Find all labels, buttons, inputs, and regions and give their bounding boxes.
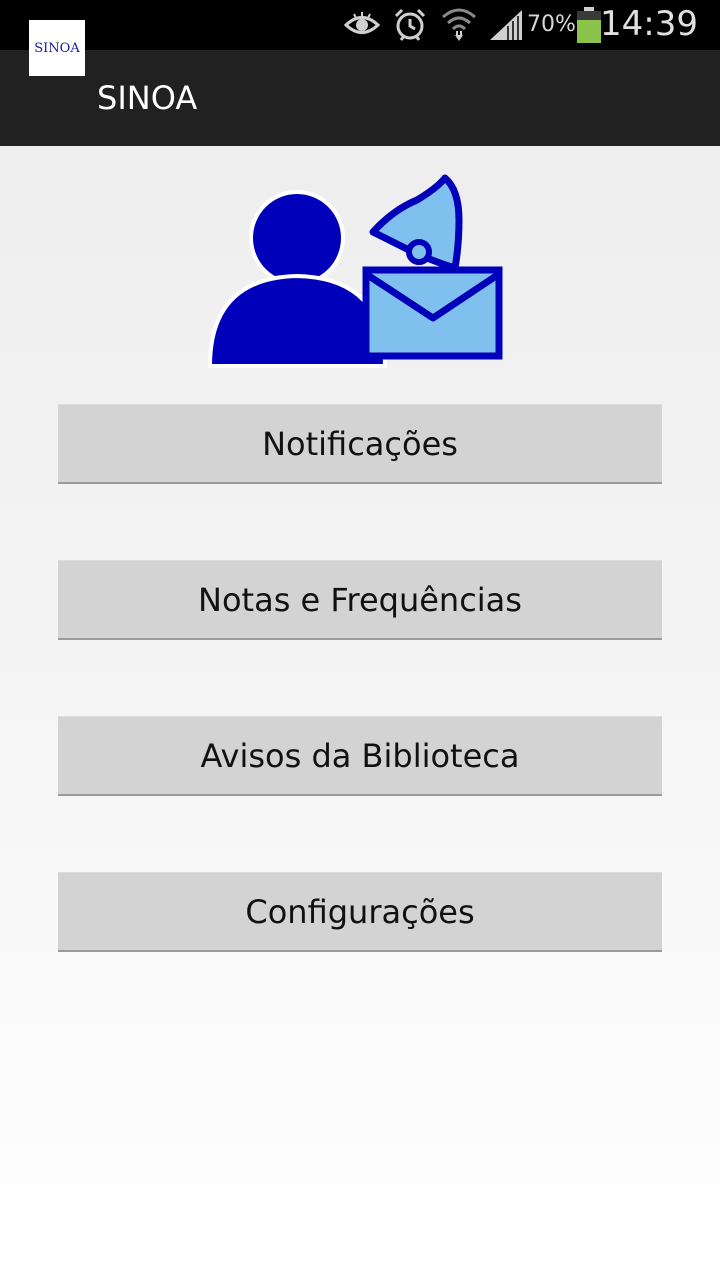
notifications-button[interactable]: Notificações [58,404,662,484]
user-notification-icon [205,170,505,370]
eye-icon [344,0,380,50]
alarm-icon [393,0,427,50]
library-notices-button[interactable]: Avisos da Biblioteca [58,716,662,796]
app-logo-text: SINOA [34,40,80,56]
wifi-icon [440,0,478,50]
signal-icon [488,0,524,50]
status-bar: 70% 14:39 [0,0,720,50]
grades-attendance-button[interactable]: Notas e Frequências [58,560,662,640]
battery-percentage: 70% [527,12,576,37]
app-title: SINOA [97,79,198,117]
settings-button[interactable]: Configurações [58,872,662,952]
battery-icon [577,0,601,50]
clock: 14:39 [600,4,698,44]
app-logo[interactable]: SINOA [29,20,85,76]
